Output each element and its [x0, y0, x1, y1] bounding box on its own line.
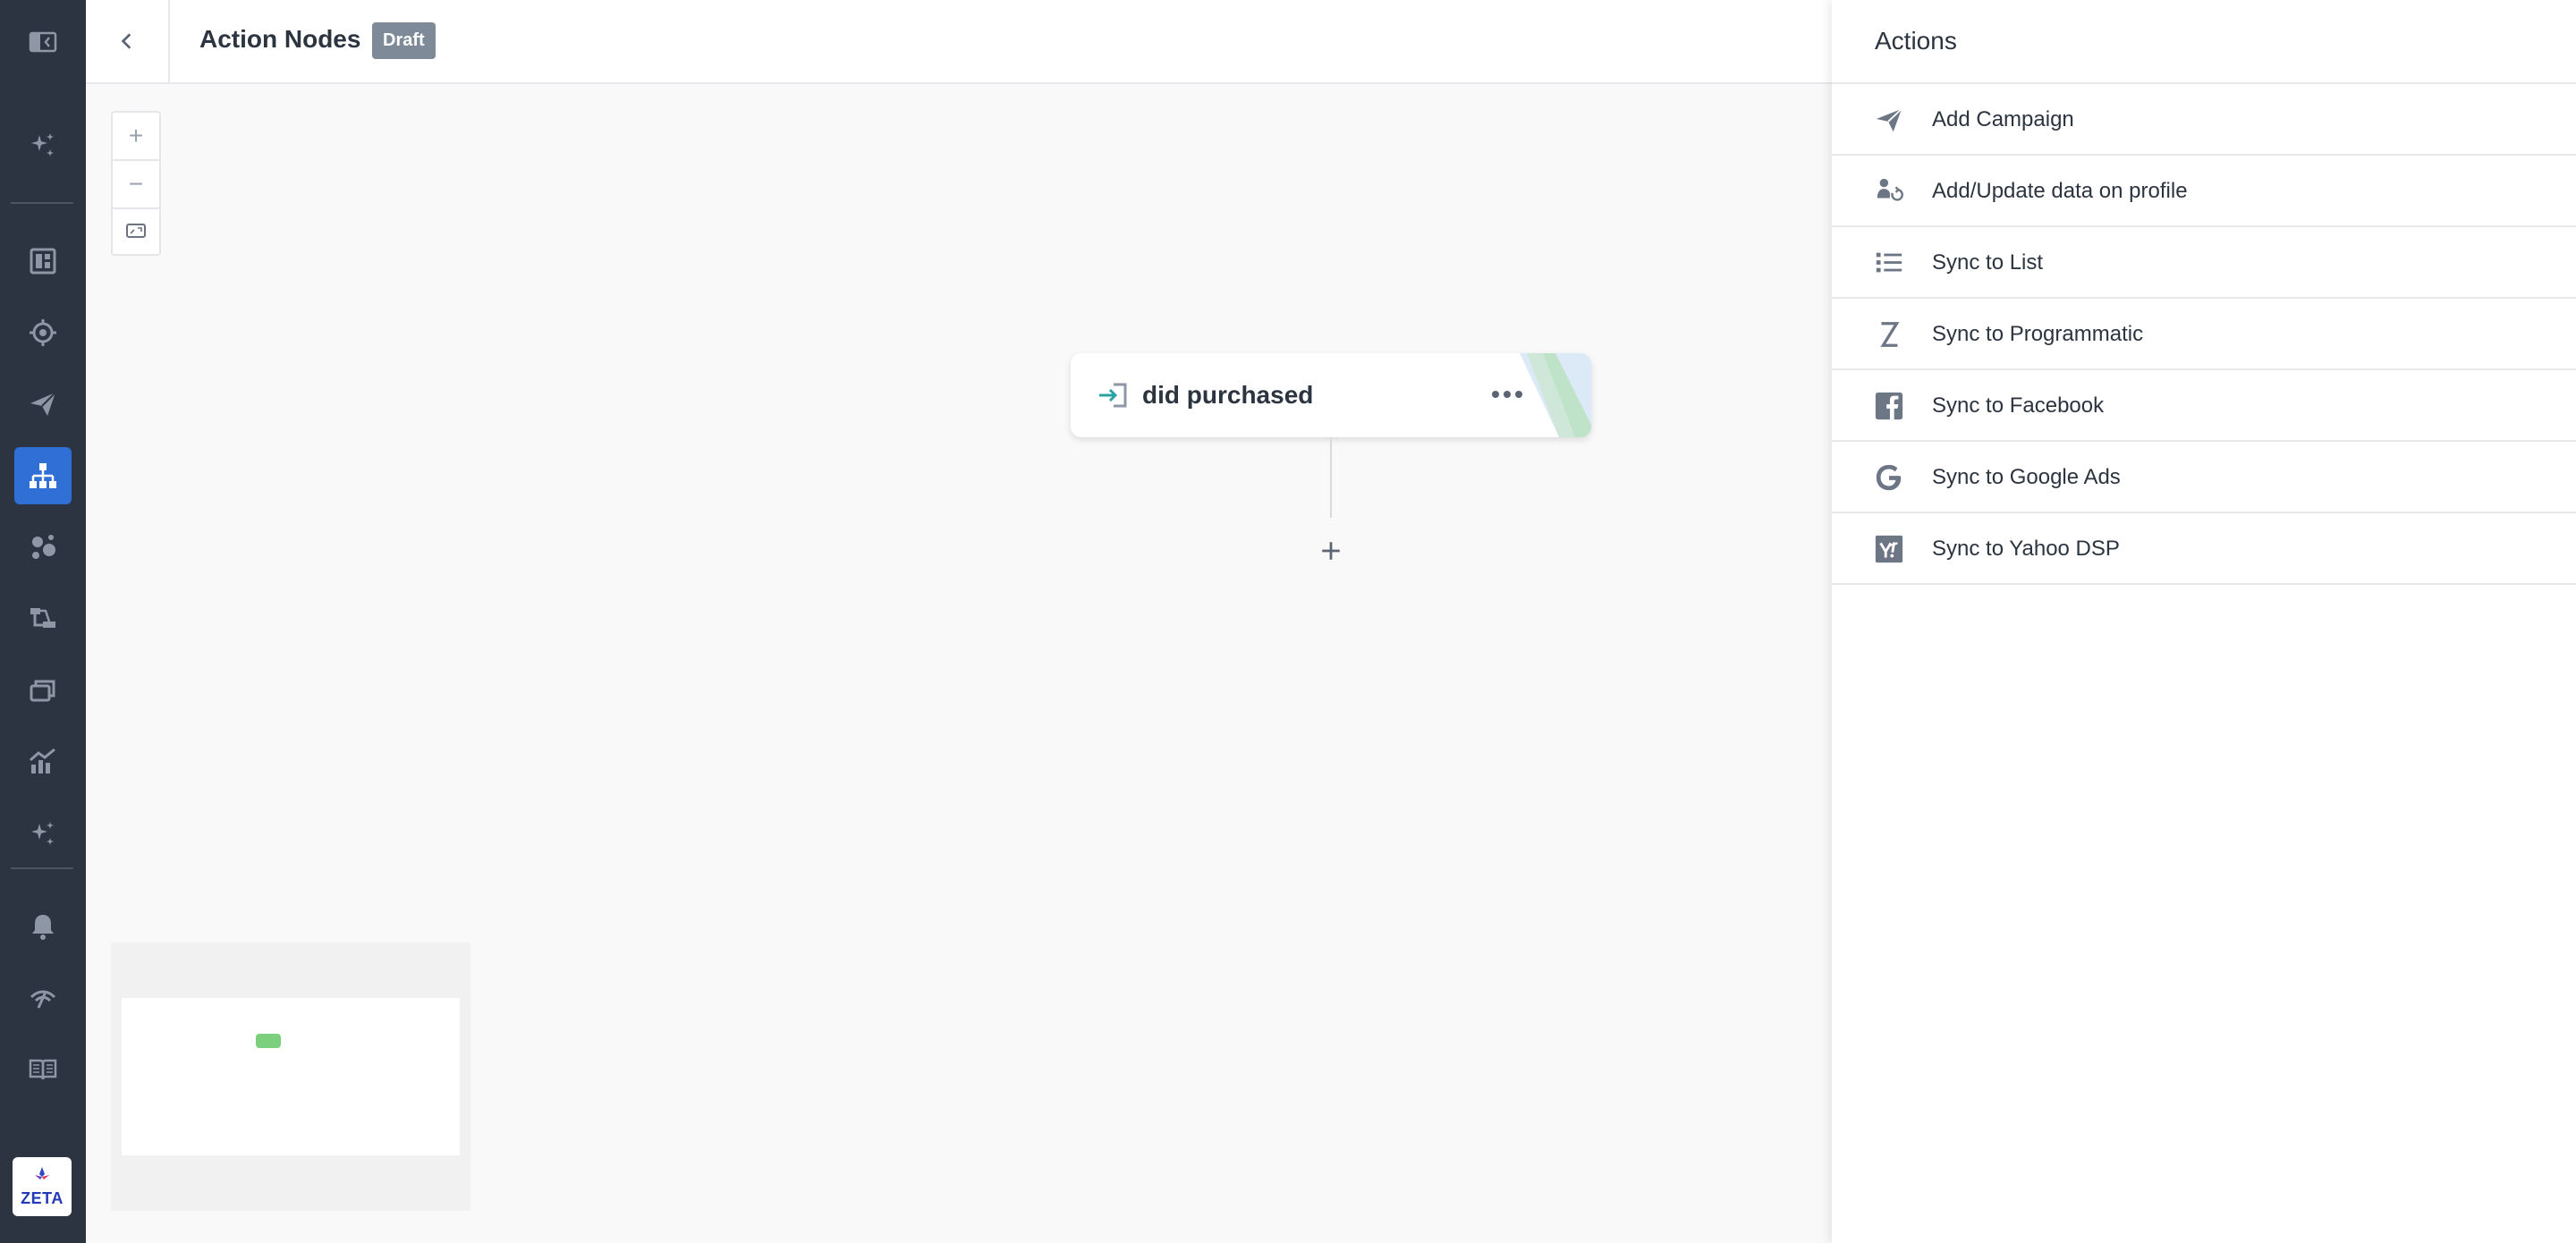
ellipsis-icon [1492, 391, 1522, 398]
analytics-icon[interactable] [14, 733, 72, 791]
action-sync-list[interactable]: Sync to List [1832, 227, 2576, 299]
node-connector-line [1330, 437, 1332, 518]
action-update-profile[interactable]: Add/Update data on profile [1832, 156, 2576, 227]
fit-view-button[interactable] [113, 207, 159, 254]
back-button[interactable] [86, 0, 170, 82]
zoom-controls: + − [111, 111, 161, 256]
left-nav-rail: ZETA [0, 0, 86, 1243]
action-sync-programmatic[interactable]: Sync to Programmatic [1832, 299, 2576, 370]
zeta-mark-icon [35, 1166, 49, 1180]
minimap[interactable] [111, 943, 470, 1211]
signal-icon[interactable] [14, 969, 72, 1027]
page-title: Action Nodes [199, 25, 361, 53]
chevron-left-icon [121, 33, 131, 49]
logo-text: ZETA [21, 1188, 64, 1207]
target-icon[interactable] [14, 304, 72, 361]
action-label: Sync to Programmatic [1932, 322, 2144, 346]
facebook-icon [1873, 390, 1905, 422]
action-sync-google-ads[interactable]: Sync to Google Ads [1832, 442, 2576, 513]
google-icon [1873, 461, 1905, 494]
book-icon[interactable] [14, 1041, 72, 1098]
yahoo-icon [1873, 533, 1905, 565]
action-label: Add/Update data on profile [1932, 179, 2188, 203]
sparkle-ai-icon[interactable] [14, 116, 72, 173]
journey-builder-icon[interactable] [14, 447, 72, 504]
list-icon [1873, 247, 1905, 279]
action-label: Sync to Facebook [1932, 393, 2105, 418]
action-label: Sync to Google Ads [1932, 465, 2121, 489]
action-label: Add Campaign [1932, 107, 2074, 131]
minimap-viewport[interactable] [122, 998, 460, 1155]
status-badge: Draft [372, 22, 436, 59]
action-label: Sync to List [1932, 250, 2044, 275]
profile-update-icon [1873, 175, 1905, 207]
node-label: did purchased [1142, 381, 1314, 409]
audience-segments-icon[interactable] [14, 519, 72, 576]
action-sync-yahoo-dsp[interactable]: Sync to Yahoo DSP [1832, 513, 2576, 585]
action-sync-facebook[interactable]: Sync to Facebook [1832, 370, 2576, 442]
rail-divider [11, 867, 73, 869]
trigger-node[interactable]: did purchased [1071, 353, 1591, 437]
enter-icon [1099, 383, 1127, 408]
plus-icon [1322, 542, 1340, 560]
page-header: Action Nodes Draft [86, 0, 1832, 84]
add-node-button[interactable] [1313, 533, 1349, 569]
node-accent-decoration [1520, 353, 1591, 437]
panel-title: Actions [1875, 27, 1957, 55]
zoom-in-button[interactable]: + [113, 113, 159, 159]
bell-icon[interactable] [14, 898, 72, 955]
collapse-nav-icon[interactable] [14, 13, 72, 71]
action-label: Sync to Yahoo DSP [1932, 537, 2120, 561]
actions-panel: Actions Add Campaign Add/Update data on … [1832, 0, 2576, 1243]
zeta-logo[interactable]: ZETA [13, 1157, 72, 1216]
paper-plane-icon [1873, 104, 1905, 136]
action-add-campaign[interactable]: Add Campaign [1832, 84, 2576, 156]
flow-branch-icon[interactable] [14, 590, 72, 647]
dashboard-icon[interactable] [14, 233, 72, 290]
sparkle-insights-icon[interactable] [14, 805, 72, 862]
content-library-icon[interactable] [14, 662, 72, 719]
campaign-send-icon[interactable] [14, 376, 72, 433]
minimap-node [256, 1034, 281, 1048]
journey-canvas[interactable]: + − did purchased [86, 86, 1832, 1243]
fit-view-icon [126, 224, 146, 238]
programmatic-z-icon [1873, 318, 1905, 351]
actions-panel-header: Actions [1832, 0, 2576, 84]
rail-divider [11, 202, 73, 204]
zoom-out-button[interactable]: − [113, 161, 159, 207]
